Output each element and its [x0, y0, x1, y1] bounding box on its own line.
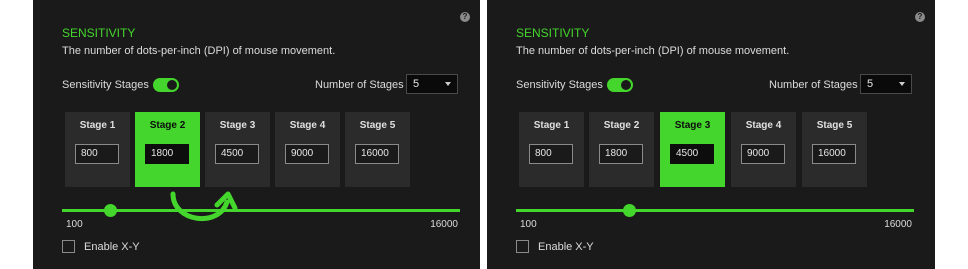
stage-label: Stage 2 — [603, 120, 640, 131]
stage-card-3[interactable]: Stage 3 4500 — [660, 112, 725, 187]
toggle-knob — [621, 80, 631, 90]
number-of-stages-value: 5 — [413, 78, 420, 90]
sensitivity-panel-right: ? SENSITIVITY The number of dots-per-inc… — [487, 0, 935, 269]
slider-max-label: 16000 — [430, 219, 458, 230]
chevron-down-icon — [899, 82, 905, 86]
stage-card-3[interactable]: Stage 3 4500 — [205, 112, 270, 187]
stage-label: Stage 5 — [359, 120, 396, 131]
stage-label: Stage 4 — [745, 120, 782, 131]
stage-label: Stage 4 — [289, 120, 326, 131]
section-description: The number of dots-per-inch (DPI) of mou… — [62, 45, 336, 57]
stage-card-1[interactable]: Stage 1 800 — [65, 112, 130, 187]
section-title: SENSITIVITY — [516, 26, 590, 40]
number-of-stages-label: Number of Stages — [769, 79, 858, 91]
sensitivity-panel-left: ? SENSITIVITY The number of dots-per-inc… — [33, 0, 480, 269]
stage-card-1[interactable]: Stage 1 800 — [519, 112, 584, 187]
enable-xy-label: Enable X-Y — [84, 241, 140, 253]
section-description: The number of dots-per-inch (DPI) of mou… — [516, 45, 790, 57]
slider-min-label: 100 — [66, 219, 83, 230]
dpi-slider-thumb[interactable] — [104, 204, 117, 217]
stage-dpi-input[interactable]: 800 — [75, 144, 119, 164]
stage-card-2[interactable]: Stage 2 1800 — [135, 112, 200, 187]
section-title: SENSITIVITY — [62, 26, 136, 40]
stage-card-5[interactable]: Stage 5 16000 — [345, 112, 410, 187]
stage-label: Stage 1 — [533, 120, 570, 131]
sensitivity-stages-label: Sensitivity Stages — [62, 79, 149, 91]
question-icon[interactable]: ? — [460, 12, 470, 22]
stage-dpi-input[interactable]: 9000 — [285, 144, 329, 164]
stage-dpi-input[interactable]: 9000 — [741, 144, 785, 164]
stage-card-4[interactable]: Stage 4 9000 — [731, 112, 796, 187]
number-of-stages-select[interactable]: 5 — [406, 74, 458, 94]
stage-label: Stage 2 — [149, 120, 186, 131]
stage-dpi-input[interactable]: 4500 — [670, 144, 714, 164]
stage-card-4[interactable]: Stage 4 9000 — [275, 112, 340, 187]
stage-label: Stage 3 — [674, 120, 711, 131]
enable-xy-checkbox[interactable] — [516, 240, 529, 253]
stage-dpi-input[interactable]: 16000 — [812, 144, 856, 164]
stage-dpi-input[interactable]: 16000 — [355, 144, 399, 164]
sensitivity-stages-label: Sensitivity Stages — [516, 79, 603, 91]
enable-xy-checkbox[interactable] — [62, 240, 75, 253]
question-icon[interactable]: ? — [915, 12, 925, 22]
number-of-stages-label: Number of Stages — [315, 79, 404, 91]
stage-dpi-input[interactable]: 4500 — [215, 144, 259, 164]
stage-dpi-input[interactable]: 1800 — [145, 144, 189, 164]
chevron-down-icon — [445, 82, 451, 86]
sensitivity-stages-toggle[interactable] — [607, 78, 633, 92]
stage-label: Stage 5 — [816, 120, 853, 131]
dpi-slider-track[interactable] — [62, 209, 460, 212]
stage-card-2[interactable]: Stage 2 1800 — [589, 112, 654, 187]
stage-card-5[interactable]: Stage 5 16000 — [802, 112, 867, 187]
stage-label: Stage 1 — [79, 120, 116, 131]
enable-xy-label: Enable X-Y — [538, 241, 594, 253]
slider-min-label: 100 — [520, 219, 537, 230]
number-of-stages-value: 5 — [867, 78, 874, 90]
sensitivity-stages-toggle[interactable] — [153, 78, 179, 92]
stage-dpi-input[interactable]: 800 — [529, 144, 573, 164]
dpi-slider-thumb[interactable] — [623, 204, 636, 217]
slider-max-label: 16000 — [884, 219, 912, 230]
number-of-stages-select[interactable]: 5 — [860, 74, 912, 94]
stage-dpi-input[interactable]: 1800 — [599, 144, 643, 164]
stage-label: Stage 3 — [219, 120, 256, 131]
toggle-knob — [167, 80, 177, 90]
dpi-slider-track[interactable] — [516, 209, 914, 212]
